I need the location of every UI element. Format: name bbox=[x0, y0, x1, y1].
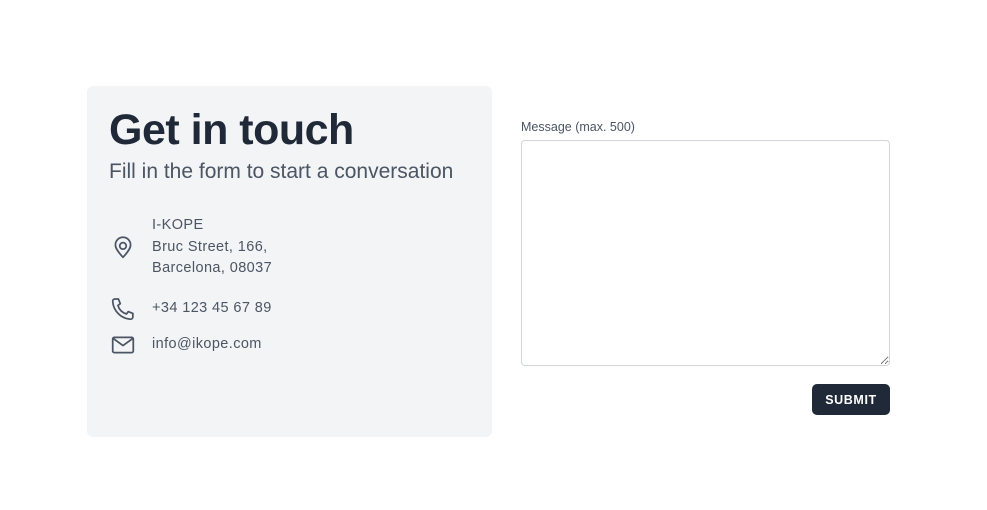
contact-form: Message (max. 500) bbox=[521, 118, 890, 366]
contact-page: Get in touch Fill in the form to start a… bbox=[0, 0, 987, 510]
message-label: Message (max. 500) bbox=[521, 120, 635, 134]
address-row: I-KOPE Bruc Street, 166, Barcelona, 0803… bbox=[109, 215, 272, 280]
mail-icon bbox=[109, 331, 137, 359]
phone-number[interactable]: +34 123 45 67 89 bbox=[152, 298, 272, 320]
address-line-company: I-KOPE bbox=[152, 217, 204, 233]
email-row: info@ikope.com bbox=[109, 331, 262, 359]
map-pin-icon bbox=[109, 233, 137, 261]
submit-button[interactable]: SUBMIT bbox=[812, 384, 890, 415]
page-subtitle: Fill in the form to start a conversation bbox=[109, 160, 454, 183]
address-line-city: Barcelona, 08037 bbox=[152, 260, 273, 276]
address-line-street: Bruc Street, 166, bbox=[152, 238, 268, 255]
email-address[interactable]: info@ikope.com bbox=[152, 334, 262, 356]
address-text: I-KOPE Bruc Street, 166, Barcelona, 0803… bbox=[152, 215, 272, 280]
page-title: Get in touch bbox=[109, 106, 354, 154]
phone-icon bbox=[109, 295, 137, 323]
message-textarea[interactable] bbox=[521, 140, 890, 366]
phone-row: +34 123 45 67 89 bbox=[109, 295, 272, 323]
contact-info-card: Get in touch Fill in the form to start a… bbox=[87, 86, 492, 437]
